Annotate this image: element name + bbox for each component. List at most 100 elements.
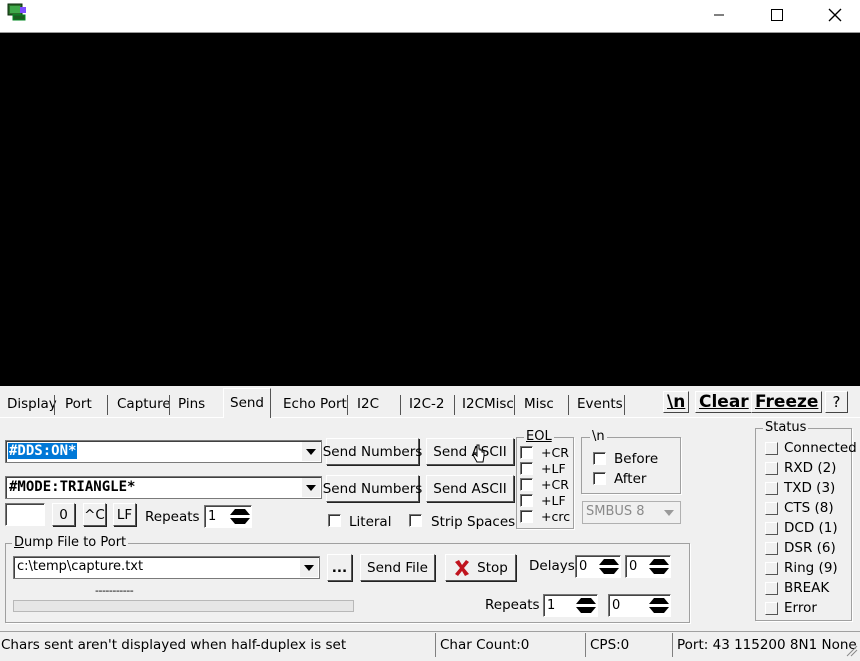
terminal-output[interactable] [0,32,860,386]
dump-repeats-stepper-2[interactable]: 0 [608,594,671,617]
dump-repeats-value-2[interactable]: 0 [612,597,620,614]
send-line2-combo[interactable]: #MODE:TRIANGLE* [5,476,322,499]
status-indicator: DCD (1) [765,520,838,536]
port-settings: Port: 43 115200 8N1 None [672,633,860,657]
delay-value-1[interactable]: 0 [579,558,587,575]
tab-misc[interactable]: Misc [522,392,556,416]
send-ascii-button-1[interactable]: Send ASCII [426,438,514,465]
status-indicator-label: Ring (9) [784,560,838,576]
status-indicator-label: TXD (3) [784,480,836,496]
delay-value-2[interactable]: 0 [629,558,637,575]
newline-before-checkbox[interactable] [593,452,606,465]
spin-up-icon[interactable] [649,557,669,567]
spin-down-icon[interactable] [230,517,250,527]
eol-crc-checkbox[interactable] [520,510,533,523]
newline-toggle-button[interactable]: \n [663,391,690,413]
send-ascii-button-2[interactable]: Send ASCII [426,475,514,502]
status-indicator: TXD (3) [765,480,835,496]
delay-stepper-1[interactable]: 0 [575,555,621,578]
tab-separator [107,395,108,415]
status-indicator-label: CTS (8) [784,500,834,516]
tab-i2c[interactable]: I2C [355,392,381,416]
dump-repeats-value-1[interactable]: 1 [547,597,555,614]
minimize-button[interactable] [690,0,748,30]
status-indicator-label: DCD (1) [784,520,838,536]
maximize-button[interactable] [748,0,806,30]
spin-up-icon[interactable] [599,557,619,567]
tab-display[interactable]: Display [5,392,59,416]
delay-stepper-2[interactable]: 0 [625,555,671,578]
dump-file-combo[interactable]: c:\temp\capture.txt [13,556,320,579]
chevron-down-icon[interactable] [302,442,320,461]
send-line1-text[interactable]: #DDS:ON* [8,443,78,459]
mouse-cursor-icon [472,444,486,468]
send-zero-button[interactable]: 0 [52,503,75,526]
send-line1-combo[interactable]: #DDS:ON* [5,440,322,463]
help-button[interactable]: ? [825,391,848,413]
send-numbers-button-2[interactable]: Send Numbers [323,475,422,502]
status-indicator: CTS (8) [765,500,834,516]
status-group-title: Status [763,420,809,435]
strip-spaces-checkbox[interactable] [409,514,422,527]
close-button[interactable] [806,0,860,30]
tab-separator [169,395,170,415]
spin-down-icon[interactable] [649,567,669,577]
tab-port[interactable]: Port [63,392,94,416]
chevron-down-icon[interactable] [300,558,318,577]
send-numbers-button-1[interactable]: Send Numbers [323,438,422,465]
delays-label: Delays [529,558,575,574]
send-lf-button[interactable]: LF [113,503,136,526]
tab-pins[interactable]: Pins [176,392,207,416]
status-indicator: Connected [765,440,857,456]
repeats-stepper[interactable]: 1 [204,505,252,528]
tab-capture[interactable]: Capture [115,392,173,416]
terminal-app-icon[interactable] [7,3,27,21]
spin-down-icon[interactable] [599,567,619,577]
tab-echo-port[interactable]: Echo Port [281,392,349,416]
tab-events[interactable]: Events [575,392,625,416]
spin-down-icon[interactable] [576,606,596,616]
stop-x-icon [455,559,470,576]
send-ctrl-c-button[interactable]: ^C [83,503,106,526]
tab-send[interactable]: Send [223,388,272,418]
repeats-label: Repeats [145,509,200,525]
eol-option-label: +LF [541,493,566,508]
eol-option-label: +crc [541,509,571,524]
smbus-select: SMBUS 8 [582,501,681,524]
tab-separator [347,395,348,415]
browse-file-button[interactable]: ... [327,554,352,581]
hex-entry-field[interactable] [5,503,45,526]
eol-lf-checkbox-1[interactable] [520,462,533,475]
freeze-button[interactable]: Freeze [751,391,823,413]
eol-cr-checkbox-1[interactable] [520,446,533,459]
stop-button[interactable]: Stop [445,554,516,581]
progress-text: ----------- [95,584,134,597]
newline-after-checkbox[interactable] [593,472,606,485]
status-indicator: DSR (6) [765,540,836,556]
send-file-button[interactable]: Send File [360,554,435,581]
spin-up-icon[interactable] [230,507,250,517]
spin-up-icon[interactable] [649,596,669,606]
eol-lf-checkbox-2[interactable] [520,494,533,507]
status-led-icon [765,501,778,515]
literal-checkbox[interactable] [328,514,341,527]
dump-repeats-stepper-1[interactable]: 1 [543,594,598,617]
stop-button-label: Stop [477,559,508,576]
spin-up-icon[interactable] [576,596,596,606]
newline-before-label: Before [614,451,659,467]
tab-i2cmisc[interactable]: I2CMisc [460,392,516,416]
smbus-select-value: SMBUS 8 [586,504,645,519]
chevron-down-icon[interactable] [302,478,320,497]
send-line2-text[interactable]: #MODE:TRIANGLE* [9,478,135,496]
eol-cr-checkbox-2[interactable] [520,478,533,491]
status-indicator-label: Error [784,600,817,616]
dump-file-path[interactable]: c:\temp\capture.txt [17,558,143,576]
tab-separator [514,395,515,415]
tab-i2c-2[interactable]: I2C-2 [407,392,446,416]
tab-separator [568,395,569,415]
spin-down-icon[interactable] [649,606,669,616]
eol-group-title: EOL [524,429,554,444]
clear-button[interactable]: Clear [695,391,753,413]
minimize-icon [714,14,724,16]
repeats-value[interactable]: 1 [208,508,216,525]
